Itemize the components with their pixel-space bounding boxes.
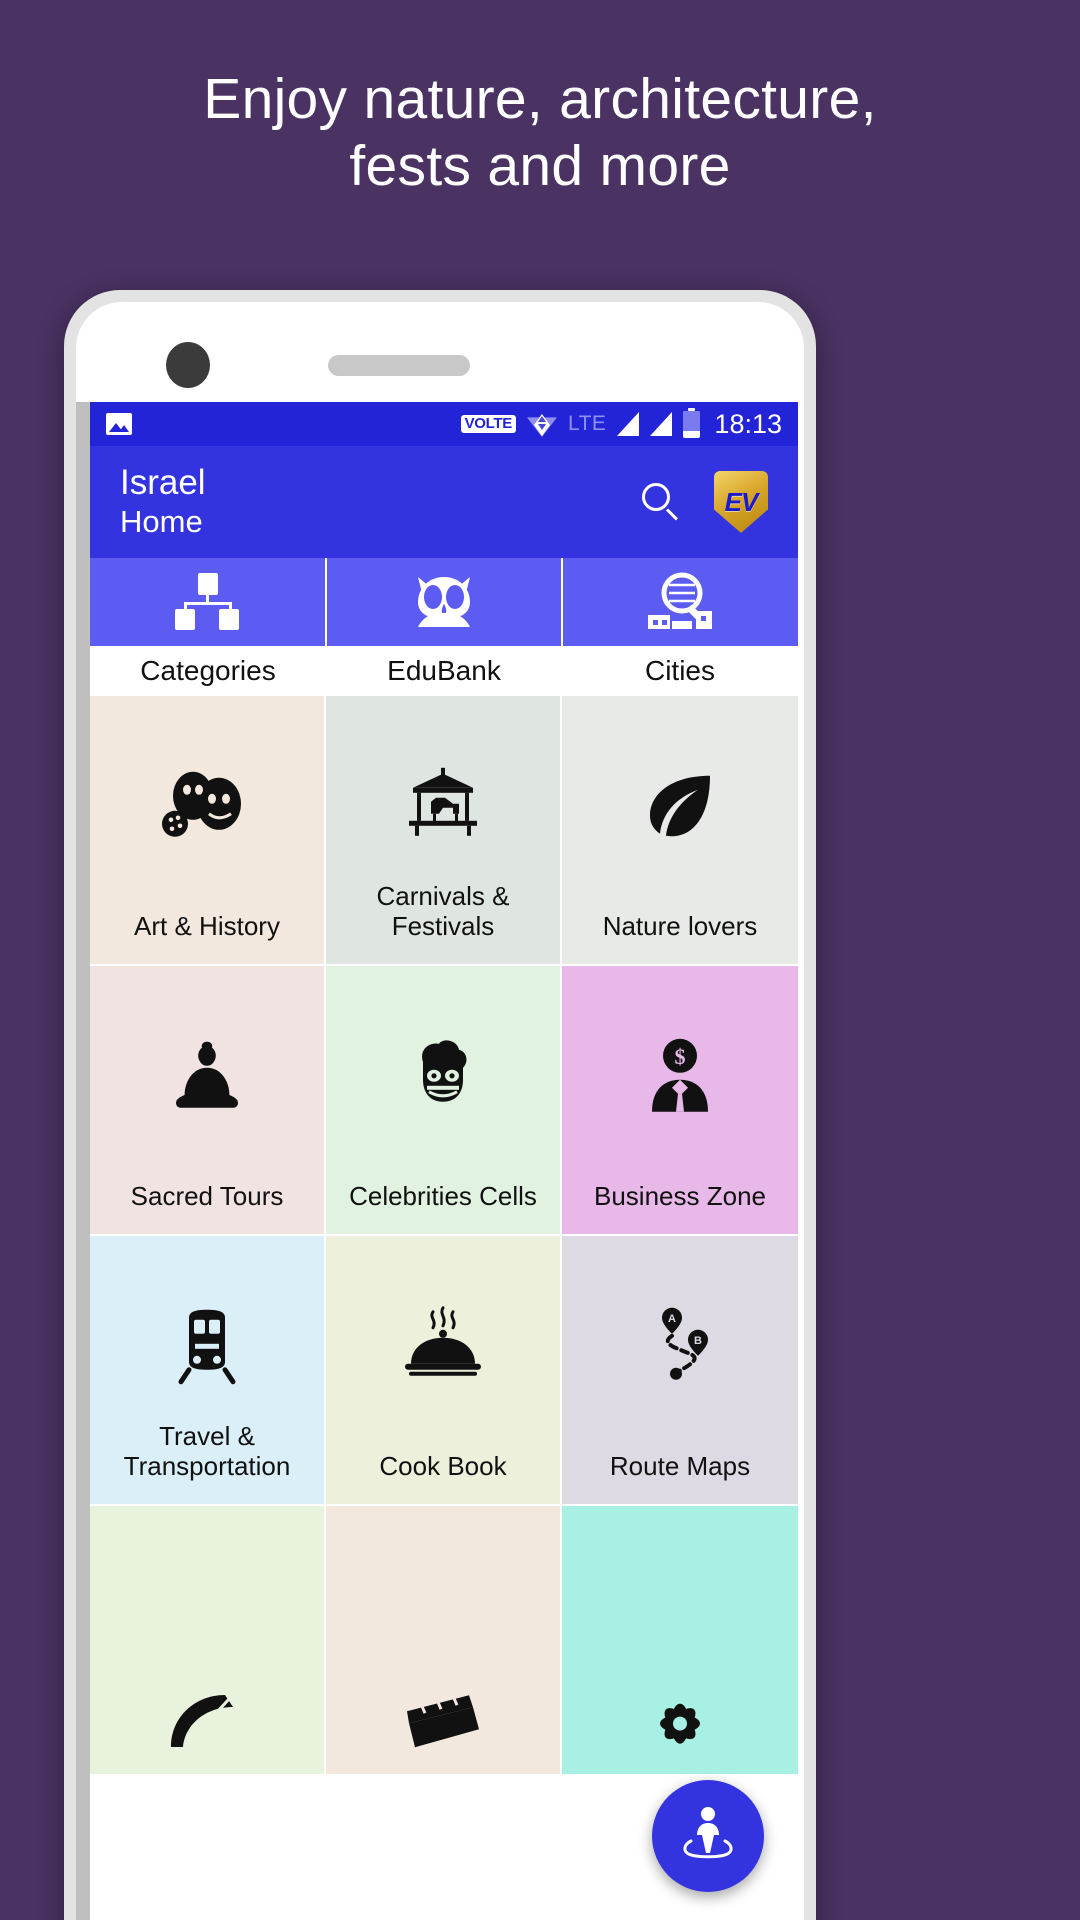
app-bar: Israel Home EV — [90, 446, 798, 558]
status-bar-right: VOLTE LTE 18:13 — [460, 407, 782, 440]
device-left-bezel — [76, 402, 90, 1920]
city-search-icon — [642, 571, 720, 633]
train-icon — [90, 1291, 324, 1401]
grid-label: Travel & Transportation — [123, 1421, 291, 1482]
grid-cell-art-history[interactable]: Art & History — [90, 696, 326, 966]
app-bar-titles: Israel Home — [112, 462, 206, 542]
tab-label-edubank[interactable]: EduBank — [326, 646, 562, 696]
search-icon[interactable] — [640, 481, 682, 523]
status-bar-clock: 18:13 — [714, 408, 782, 439]
grid-label: Carnivals & Festivals — [376, 881, 510, 942]
signal-bars-icon — [617, 412, 640, 436]
businessman-icon: $ — [562, 1021, 798, 1131]
tab-edubank[interactable] — [327, 558, 564, 646]
battery-icon — [683, 407, 701, 438]
tab-label-bar: Categories EduBank Cities — [90, 646, 798, 696]
grid-label: Cook Book — [379, 1451, 507, 1482]
shield-logo-icon[interactable]: EV — [714, 471, 768, 533]
hierarchy-icon — [171, 571, 243, 633]
app-bar-actions: EV — [640, 471, 776, 533]
earpiece-speaker — [328, 355, 470, 376]
front-camera-icon — [166, 342, 210, 388]
grid-label: Sacred Tours — [130, 1181, 284, 1212]
shield-logo-label: EV — [724, 486, 759, 517]
phone-device-frame: VOLTE LTE 18:13 Israel Home EV Categorie… — [64, 290, 816, 1920]
tab-cities[interactable] — [563, 558, 798, 646]
signal-bars-icon-2 — [650, 412, 673, 436]
volte-icon: VOLTE — [460, 414, 516, 434]
grid-label: Route Maps — [609, 1451, 751, 1482]
owl-icon — [408, 571, 480, 633]
wifi-transfer-icon — [526, 411, 557, 437]
grid-cell-business-zone[interactable]: $ Business Zone — [562, 966, 798, 1236]
grid-cell-cook-book[interactable]: Cook Book — [326, 1236, 562, 1506]
phone-screen: VOLTE LTE 18:13 Israel Home EV Categorie… — [90, 402, 798, 1920]
grid-cell-route-maps[interactable]: A B Route Maps — [562, 1236, 798, 1506]
fab-person-location-button[interactable] — [652, 1780, 764, 1892]
promo-line-1: Enjoy nature, architecture, — [203, 67, 877, 131]
grid-cell-partial-2[interactable] — [326, 1506, 562, 1776]
grid-cell-nature-lovers[interactable]: Nature lovers — [562, 696, 798, 966]
food-cloche-icon — [326, 1291, 560, 1401]
page-title: Israel — [120, 462, 206, 502]
svg-text:$: $ — [675, 1044, 686, 1069]
tab-label-cities[interactable]: Cities — [562, 646, 798, 696]
grid-cell-sacred-tours[interactable]: Sacred Tours — [90, 966, 326, 1236]
theater-masks-icon — [90, 751, 324, 861]
grid-cell-carnivals-festivals[interactable]: Carnivals & Festivals — [326, 696, 562, 966]
category-grid: Art & History Carnivals & Festivals Natu… — [90, 696, 798, 1776]
svg-text:A: A — [668, 1313, 676, 1325]
carousel-icon — [326, 751, 560, 861]
tab-label-categories[interactable]: Categories — [90, 646, 326, 696]
grid-label: Art & History — [134, 911, 280, 942]
status-bar: VOLTE LTE 18:13 — [90, 402, 798, 446]
page-subtitle: Home — [120, 504, 203, 540]
flower-icon — [562, 1669, 798, 1774]
film-clapper-icon — [326, 1664, 560, 1774]
person-location-icon — [675, 1801, 741, 1872]
grid-cell-partial-1[interactable] — [90, 1506, 326, 1776]
promo-line-2: fests and more — [349, 134, 731, 199]
buddha-icon — [90, 1021, 324, 1131]
network-type-label: LTE — [567, 412, 607, 435]
grid-label: Nature lovers — [602, 911, 758, 942]
fan-icon — [90, 1662, 324, 1772]
grid-cell-partial-3[interactable] — [562, 1506, 798, 1776]
celebrity-face-icon — [326, 1021, 560, 1131]
tab-bar — [90, 558, 798, 646]
svg-text:B: B — [694, 1335, 702, 1347]
promo-headline: Enjoy nature, architecture, fests and mo… — [0, 66, 1080, 201]
phone-device-body: VOLTE LTE 18:13 Israel Home EV Categorie… — [76, 302, 804, 1920]
grid-label: Celebrities Cells — [349, 1181, 537, 1212]
image-icon — [106, 413, 132, 435]
grid-label: Business Zone — [594, 1181, 766, 1212]
tab-categories[interactable] — [90, 558, 327, 646]
grid-cell-celebrities-cells[interactable]: Celebrities Cells — [326, 966, 562, 1236]
status-bar-left — [106, 413, 132, 435]
route-ab-icon: A B — [562, 1291, 798, 1401]
leaf-icon — [562, 751, 798, 861]
grid-cell-travel-transportation[interactable]: Travel & Transportation — [90, 1236, 326, 1506]
